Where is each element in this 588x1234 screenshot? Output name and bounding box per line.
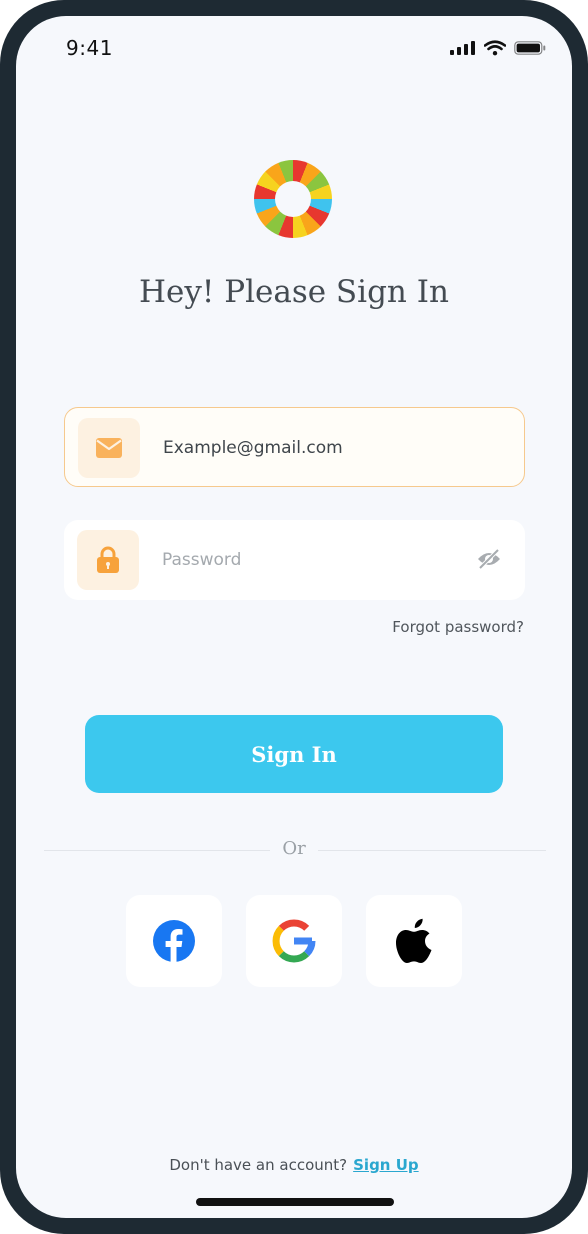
screen: 9:41 Hey! Please Sign In Example@gmail.c… [16,16,572,1218]
sign-in-button[interactable]: Sign In [85,715,503,793]
mail-icon [96,438,122,458]
email-field[interactable]: Example@gmail.com [64,407,525,487]
status-icons [450,40,546,56]
email-icon-box [78,418,140,478]
battery-icon [514,41,546,55]
apple-icon [396,918,432,963]
email-value: Example@gmail.com [163,438,343,458]
password-visibility-toggle[interactable] [477,548,501,574]
app-logo [254,160,332,238]
signup-prompt: Don't have an account? Sign Up [16,1156,572,1174]
apple-login-button[interactable] [366,895,462,987]
forgot-password-link[interactable]: Forgot password? [392,618,524,636]
password-icon-box [77,530,139,590]
status-time: 9:41 [66,36,113,60]
password-field[interactable]: Password [64,520,525,600]
or-divider-text: Or [282,838,306,859]
wifi-icon [484,40,506,56]
home-indicator [196,1198,394,1206]
facebook-icon [153,920,195,963]
lock-icon [97,546,119,573]
eye-off-icon [478,548,500,570]
signal-icon [450,41,475,55]
sign-up-link[interactable]: Sign Up [353,1156,419,1174]
phone-frame: 9:41 Hey! Please Sign In Example@gmail.c… [0,0,588,1234]
facebook-login-button[interactable] [126,895,222,987]
divider-line-right [318,850,546,851]
signup-prompt-text: Don't have an account? [169,1156,348,1174]
google-login-button[interactable] [246,895,342,987]
google-icon [272,919,316,963]
password-placeholder: Password [162,550,242,570]
page-title: Hey! Please Sign In [139,274,449,310]
